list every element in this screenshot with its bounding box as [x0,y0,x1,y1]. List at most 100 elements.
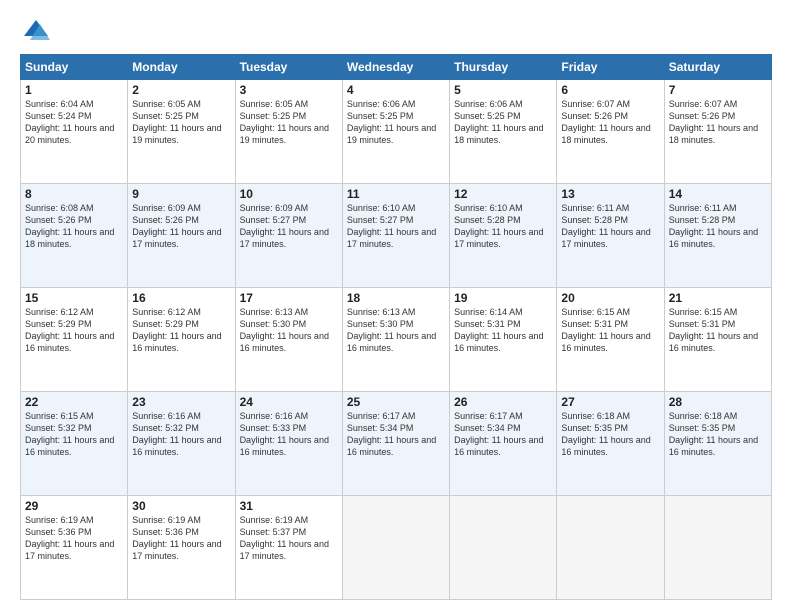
day-info-22: Sunrise: 6:15 AM Sunset: 5:32 PM Dayligh… [25,410,123,459]
calendar: Sunday Monday Tuesday Wednesday Thursday… [20,54,772,600]
day-cell-2: 2 Sunrise: 6:05 AM Sunset: 5:25 PM Dayli… [128,80,235,184]
day-number-1: 1 [25,83,123,97]
day-cell-27: 27 Sunrise: 6:18 AM Sunset: 5:35 PM Dayl… [557,392,664,496]
day-info-28: Sunrise: 6:18 AM Sunset: 5:35 PM Dayligh… [669,410,767,459]
day-info-9: Sunrise: 6:09 AM Sunset: 5:26 PM Dayligh… [132,202,230,251]
day-cell-16: 16 Sunrise: 6:12 AM Sunset: 5:29 PM Dayl… [128,288,235,392]
day-number-12: 12 [454,187,552,201]
day-cell-7: 7 Sunrise: 6:07 AM Sunset: 5:26 PM Dayli… [664,80,771,184]
day-number-27: 27 [561,395,659,409]
day-info-24: Sunrise: 6:16 AM Sunset: 5:33 PM Dayligh… [240,410,338,459]
day-info-19: Sunrise: 6:14 AM Sunset: 5:31 PM Dayligh… [454,306,552,355]
day-info-5: Sunrise: 6:06 AM Sunset: 5:25 PM Dayligh… [454,98,552,147]
day-cell-9: 9 Sunrise: 6:09 AM Sunset: 5:26 PM Dayli… [128,184,235,288]
day-cell-20: 20 Sunrise: 6:15 AM Sunset: 5:31 PM Dayl… [557,288,664,392]
day-info-16: Sunrise: 6:12 AM Sunset: 5:29 PM Dayligh… [132,306,230,355]
day-info-1: Sunrise: 6:04 AM Sunset: 5:24 PM Dayligh… [25,98,123,147]
day-number-29: 29 [25,499,123,513]
day-cell-24: 24 Sunrise: 6:16 AM Sunset: 5:33 PM Dayl… [235,392,342,496]
day-info-7: Sunrise: 6:07 AM Sunset: 5:26 PM Dayligh… [669,98,767,147]
empty-cell [557,496,664,600]
day-cell-28: 28 Sunrise: 6:18 AM Sunset: 5:35 PM Dayl… [664,392,771,496]
day-number-8: 8 [25,187,123,201]
day-cell-22: 22 Sunrise: 6:15 AM Sunset: 5:32 PM Dayl… [21,392,128,496]
header [20,16,772,44]
day-info-15: Sunrise: 6:12 AM Sunset: 5:29 PM Dayligh… [25,306,123,355]
col-tuesday: Tuesday [235,55,342,80]
day-number-6: 6 [561,83,659,97]
day-cell-8: 8 Sunrise: 6:08 AM Sunset: 5:26 PM Dayli… [21,184,128,288]
day-number-21: 21 [669,291,767,305]
day-number-2: 2 [132,83,230,97]
logo [20,16,50,44]
day-number-17: 17 [240,291,338,305]
day-number-23: 23 [132,395,230,409]
day-cell-3: 3 Sunrise: 6:05 AM Sunset: 5:25 PM Dayli… [235,80,342,184]
week-row-3: 15 Sunrise: 6:12 AM Sunset: 5:29 PM Dayl… [21,288,772,392]
day-cell-11: 11 Sunrise: 6:10 AM Sunset: 5:27 PM Dayl… [342,184,449,288]
day-info-25: Sunrise: 6:17 AM Sunset: 5:34 PM Dayligh… [347,410,445,459]
day-info-21: Sunrise: 6:15 AM Sunset: 5:31 PM Dayligh… [669,306,767,355]
day-info-27: Sunrise: 6:18 AM Sunset: 5:35 PM Dayligh… [561,410,659,459]
col-monday: Monday [128,55,235,80]
day-info-13: Sunrise: 6:11 AM Sunset: 5:28 PM Dayligh… [561,202,659,251]
day-info-11: Sunrise: 6:10 AM Sunset: 5:27 PM Dayligh… [347,202,445,251]
day-cell-19: 19 Sunrise: 6:14 AM Sunset: 5:31 PM Dayl… [450,288,557,392]
col-thursday: Thursday [450,55,557,80]
day-info-17: Sunrise: 6:13 AM Sunset: 5:30 PM Dayligh… [240,306,338,355]
day-number-5: 5 [454,83,552,97]
col-friday: Friday [557,55,664,80]
day-cell-14: 14 Sunrise: 6:11 AM Sunset: 5:28 PM Dayl… [664,184,771,288]
day-cell-18: 18 Sunrise: 6:13 AM Sunset: 5:30 PM Dayl… [342,288,449,392]
day-number-18: 18 [347,291,445,305]
logo-icon [22,16,50,44]
day-number-14: 14 [669,187,767,201]
day-info-8: Sunrise: 6:08 AM Sunset: 5:26 PM Dayligh… [25,202,123,251]
day-info-12: Sunrise: 6:10 AM Sunset: 5:28 PM Dayligh… [454,202,552,251]
week-row-2: 8 Sunrise: 6:08 AM Sunset: 5:26 PM Dayli… [21,184,772,288]
day-number-24: 24 [240,395,338,409]
empty-cell [664,496,771,600]
day-info-23: Sunrise: 6:16 AM Sunset: 5:32 PM Dayligh… [132,410,230,459]
day-info-18: Sunrise: 6:13 AM Sunset: 5:30 PM Dayligh… [347,306,445,355]
day-info-2: Sunrise: 6:05 AM Sunset: 5:25 PM Dayligh… [132,98,230,147]
day-number-4: 4 [347,83,445,97]
day-cell-1: 1 Sunrise: 6:04 AM Sunset: 5:24 PM Dayli… [21,80,128,184]
day-cell-29: 29 Sunrise: 6:19 AM Sunset: 5:36 PM Dayl… [21,496,128,600]
day-number-3: 3 [240,83,338,97]
day-info-14: Sunrise: 6:11 AM Sunset: 5:28 PM Dayligh… [669,202,767,251]
day-number-22: 22 [25,395,123,409]
day-cell-25: 25 Sunrise: 6:17 AM Sunset: 5:34 PM Dayl… [342,392,449,496]
day-info-20: Sunrise: 6:15 AM Sunset: 5:31 PM Dayligh… [561,306,659,355]
day-info-30: Sunrise: 6:19 AM Sunset: 5:36 PM Dayligh… [132,514,230,563]
day-cell-5: 5 Sunrise: 6:06 AM Sunset: 5:25 PM Dayli… [450,80,557,184]
day-cell-26: 26 Sunrise: 6:17 AM Sunset: 5:34 PM Dayl… [450,392,557,496]
day-number-28: 28 [669,395,767,409]
day-cell-6: 6 Sunrise: 6:07 AM Sunset: 5:26 PM Dayli… [557,80,664,184]
empty-cell [450,496,557,600]
col-saturday: Saturday [664,55,771,80]
day-info-6: Sunrise: 6:07 AM Sunset: 5:26 PM Dayligh… [561,98,659,147]
day-cell-12: 12 Sunrise: 6:10 AM Sunset: 5:28 PM Dayl… [450,184,557,288]
day-cell-13: 13 Sunrise: 6:11 AM Sunset: 5:28 PM Dayl… [557,184,664,288]
day-number-19: 19 [454,291,552,305]
week-row-4: 22 Sunrise: 6:15 AM Sunset: 5:32 PM Dayl… [21,392,772,496]
day-cell-15: 15 Sunrise: 6:12 AM Sunset: 5:29 PM Dayl… [21,288,128,392]
day-number-20: 20 [561,291,659,305]
day-cell-31: 31 Sunrise: 6:19 AM Sunset: 5:37 PM Dayl… [235,496,342,600]
day-number-25: 25 [347,395,445,409]
day-cell-4: 4 Sunrise: 6:06 AM Sunset: 5:25 PM Dayli… [342,80,449,184]
day-number-9: 9 [132,187,230,201]
day-number-13: 13 [561,187,659,201]
day-cell-10: 10 Sunrise: 6:09 AM Sunset: 5:27 PM Dayl… [235,184,342,288]
day-number-16: 16 [132,291,230,305]
day-number-10: 10 [240,187,338,201]
day-info-10: Sunrise: 6:09 AM Sunset: 5:27 PM Dayligh… [240,202,338,251]
day-number-11: 11 [347,187,445,201]
day-info-29: Sunrise: 6:19 AM Sunset: 5:36 PM Dayligh… [25,514,123,563]
week-row-1: 1 Sunrise: 6:04 AM Sunset: 5:24 PM Dayli… [21,80,772,184]
day-number-31: 31 [240,499,338,513]
day-info-3: Sunrise: 6:05 AM Sunset: 5:25 PM Dayligh… [240,98,338,147]
day-info-4: Sunrise: 6:06 AM Sunset: 5:25 PM Dayligh… [347,98,445,147]
weekday-header-row: Sunday Monday Tuesday Wednesday Thursday… [21,55,772,80]
